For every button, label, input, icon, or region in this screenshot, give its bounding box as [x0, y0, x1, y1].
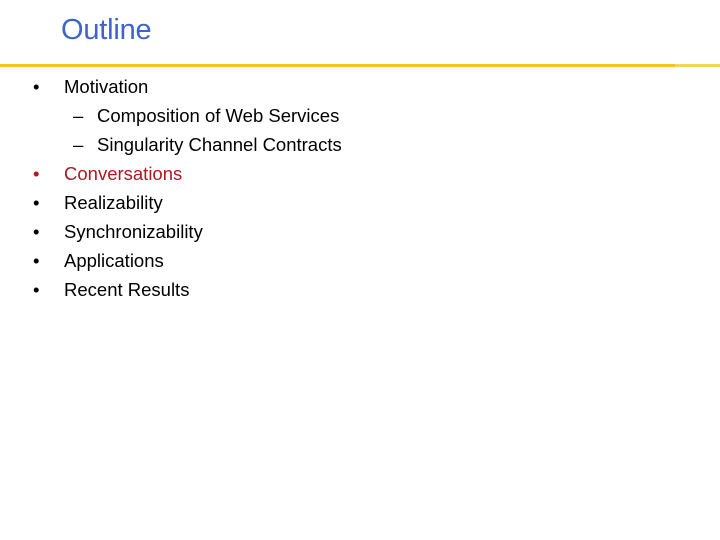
outline-item-label: Composition of Web Services [97, 105, 340, 126]
bullet-icon: • [33, 76, 40, 97]
bullet-icon: • [33, 163, 40, 184]
outline-list: • Motivation – Composition of Web Servic… [0, 76, 720, 308]
outline-subitem-composition: – Composition of Web Services [0, 105, 720, 134]
outline-item-label: Conversations [64, 163, 183, 184]
outline-item-applications: • Applications [0, 250, 720, 279]
title-divider [0, 64, 675, 67]
outline-item-label: Motivation [64, 76, 149, 97]
outline-item-label: Applications [64, 250, 164, 271]
outline-item-realizability: • Realizability [0, 192, 720, 221]
outline-item-recent-results: • Recent Results [0, 279, 720, 308]
outline-item-label: Realizability [64, 192, 163, 213]
bullet-icon: • [33, 192, 40, 213]
outline-item-conversations: • Conversations [0, 163, 720, 192]
dash-icon: – [73, 105, 84, 126]
outline-item-synchronizability: • Synchronizability [0, 221, 720, 250]
outline-subitem-singularity: – Singularity Channel Contracts [0, 134, 720, 163]
outline-item-motivation: • Motivation [0, 76, 720, 105]
outline-item-label: Recent Results [64, 279, 190, 300]
slide-title: Outline [61, 14, 152, 46]
outline-item-label: Singularity Channel Contracts [97, 134, 342, 155]
dash-icon: – [73, 134, 84, 155]
title-divider-tail [675, 64, 720, 67]
bullet-icon: • [33, 279, 40, 300]
bullet-icon: • [33, 250, 40, 271]
outline-item-label: Synchronizability [64, 221, 203, 242]
bullet-icon: • [33, 221, 40, 242]
